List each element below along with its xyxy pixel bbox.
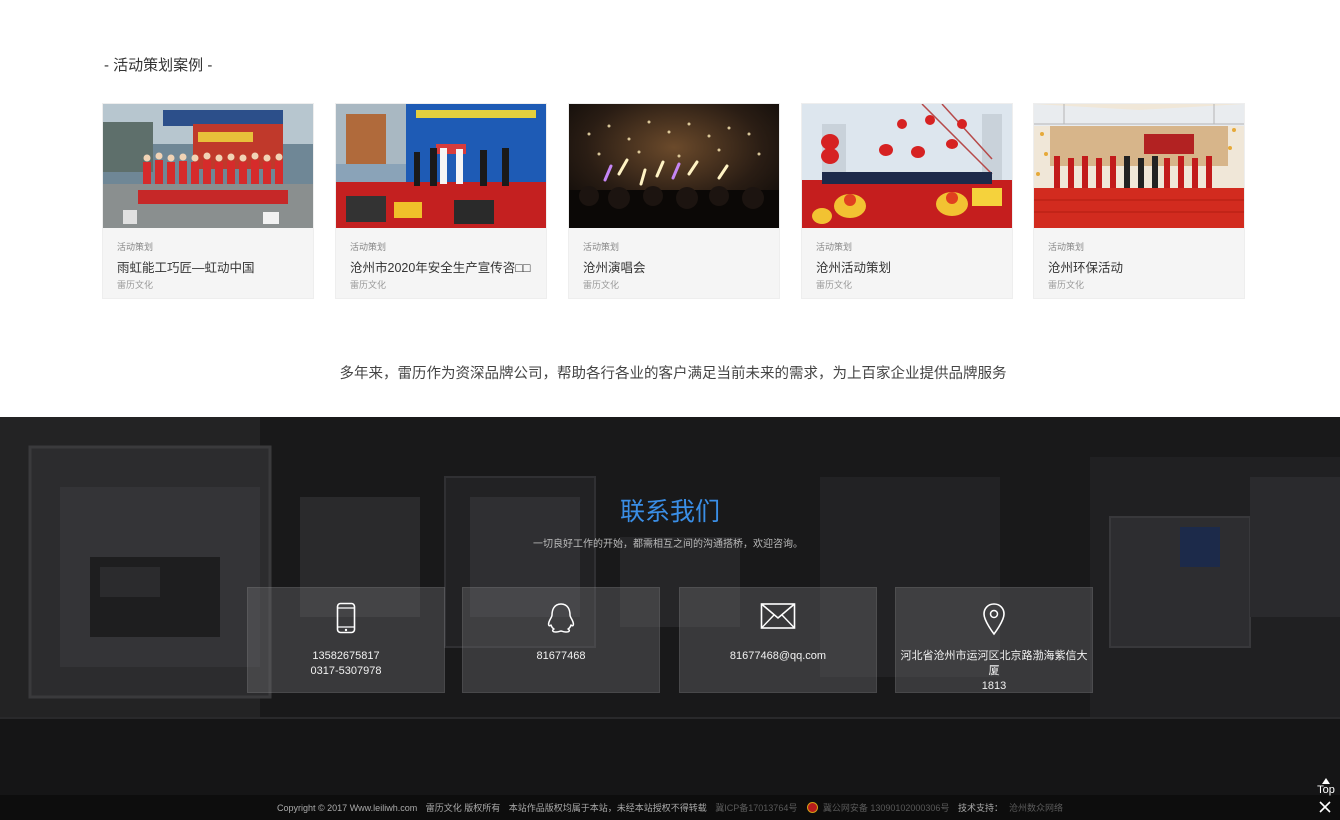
case-card[interactable]: 活动策划 沧州活动策划 雷历文化 — [801, 103, 1013, 299]
contact-box-phone: 13582675817 0317-5307978 — [247, 587, 445, 693]
case-thumbnail-image[interactable] — [103, 104, 313, 228]
address-room: 1813 — [981, 680, 1007, 692]
close-icon[interactable] — [1318, 800, 1332, 814]
case-thumbnail-image[interactable] — [569, 104, 779, 228]
case-title[interactable]: 沧州活动策划 — [816, 257, 891, 276]
footer-info: Copyright © 2017 Www.leiliwh.com 雷历文化 版权… — [0, 801, 1340, 814]
police-record-link[interactable]: 冀公网安备 13090102000306号 — [823, 803, 950, 813]
company-rights: 雷历文化 版权所有 — [425, 803, 501, 813]
case-category: 活动策划 — [350, 242, 387, 252]
mobile-number[interactable]: 13582675817 — [252, 649, 440, 664]
case-card[interactable]: 活动策划 雨虹能工巧匠—虹动中国 雷历文化 — [102, 103, 314, 299]
back-to-top-label: Top — [1317, 784, 1335, 796]
case-title[interactable]: 雨虹能工巧匠—虹动中国 — [117, 257, 255, 276]
email-address[interactable]: 81677468@qq.com — [684, 649, 872, 664]
case-author: 雷历文化 — [583, 280, 620, 290]
case-author: 雷历文化 — [816, 280, 853, 290]
contact-section: 联系我们 一切良好工作的开始，都需相互之间的沟通搭桥，欢迎咨询。 1358267… — [0, 417, 1340, 795]
copyright-text[interactable]: Copyright © 2017 Www.leiliwh.com — [277, 803, 417, 813]
tech-support-link[interactable]: 沧州数众网络 — [1009, 803, 1063, 813]
section-title: - 活动策划案例 - — [104, 57, 213, 74]
contact-box-address: 河北省沧州市运河区北京路渤海紫信大厦 1813 — [895, 587, 1093, 693]
case-card[interactable]: 活动策划 沧州市2020年安全生产宣传咨□□ 雷历文化 — [335, 103, 547, 299]
copyright-notice: 本站作品版权均属于本站，未经本站授权不得转载 — [508, 803, 707, 813]
icp-record-link[interactable]: 冀ICP备17013764号 — [715, 803, 797, 813]
case-title[interactable]: 沧州市2020年安全生产宣传咨□□ — [350, 257, 530, 276]
case-author: 雷历文化 — [117, 280, 154, 290]
contact-info-list: 13582675817 0317-5307978 81677468 816774… — [247, 587, 1093, 693]
address-line: 河北省沧州市运河区北京路渤海紫信大厦 — [900, 650, 1088, 677]
case-thumbnail-image[interactable] — [1034, 104, 1244, 228]
company-slogan: 多年来，雷历作为资深品牌公司，帮助各行各业的客户满足当前未来的需求，为上百家企业… — [339, 366, 1007, 382]
contact-title: 联系我们 — [619, 498, 720, 526]
case-thumbnail-image[interactable] — [336, 104, 546, 228]
case-category: 活动策划 — [816, 242, 853, 252]
case-title[interactable]: 沧州演唱会 — [583, 257, 646, 276]
case-author: 雷历文化 — [1048, 280, 1085, 290]
case-category: 活动策划 — [1048, 242, 1085, 252]
back-to-top-button[interactable]: Top — [1314, 776, 1338, 798]
cases-section: - 活动策划案例 - 活动策划 雨虹能工巧匠—虹动中国 雷历文化 活动策划 沧州… — [0, 0, 1340, 417]
footer: Copyright © 2017 Www.leiliwh.com 雷历文化 版权… — [0, 795, 1340, 820]
case-title[interactable]: 沧州环保活动 — [1048, 257, 1123, 276]
police-badge-icon — [806, 802, 818, 813]
case-card[interactable]: 活动策划 沧州环保活动 雷历文化 — [1033, 103, 1245, 299]
case-author: 雷历文化 — [350, 280, 387, 290]
case-card-list: 活动策划 雨虹能工巧匠—虹动中国 雷历文化 活动策划 沧州市2020年安全生产宣… — [102, 103, 1246, 299]
tech-support-label: 技术支持： — [957, 803, 1003, 813]
landline-number[interactable]: 0317-5307978 — [252, 664, 440, 679]
mobile-phone-icon — [336, 602, 356, 634]
case-category: 活动策划 — [583, 242, 620, 252]
case-card[interactable]: 活动策划 沧州演唱会 雷历文化 — [568, 103, 780, 299]
qq-number[interactable]: 81677468 — [467, 649, 655, 664]
qq-icon — [547, 603, 575, 633]
contact-box-email: 81677468@qq.com — [679, 587, 877, 693]
case-thumbnail-image[interactable] — [802, 104, 1012, 228]
location-pin-icon — [983, 603, 1005, 636]
envelope-icon — [760, 603, 796, 629]
contact-box-qq: 81677468 — [462, 587, 660, 693]
case-category: 活动策划 — [117, 242, 154, 252]
contact-subtitle: 一切良好工作的开始，都需相互之间的沟通搭桥，欢迎咨询。 — [533, 539, 803, 550]
